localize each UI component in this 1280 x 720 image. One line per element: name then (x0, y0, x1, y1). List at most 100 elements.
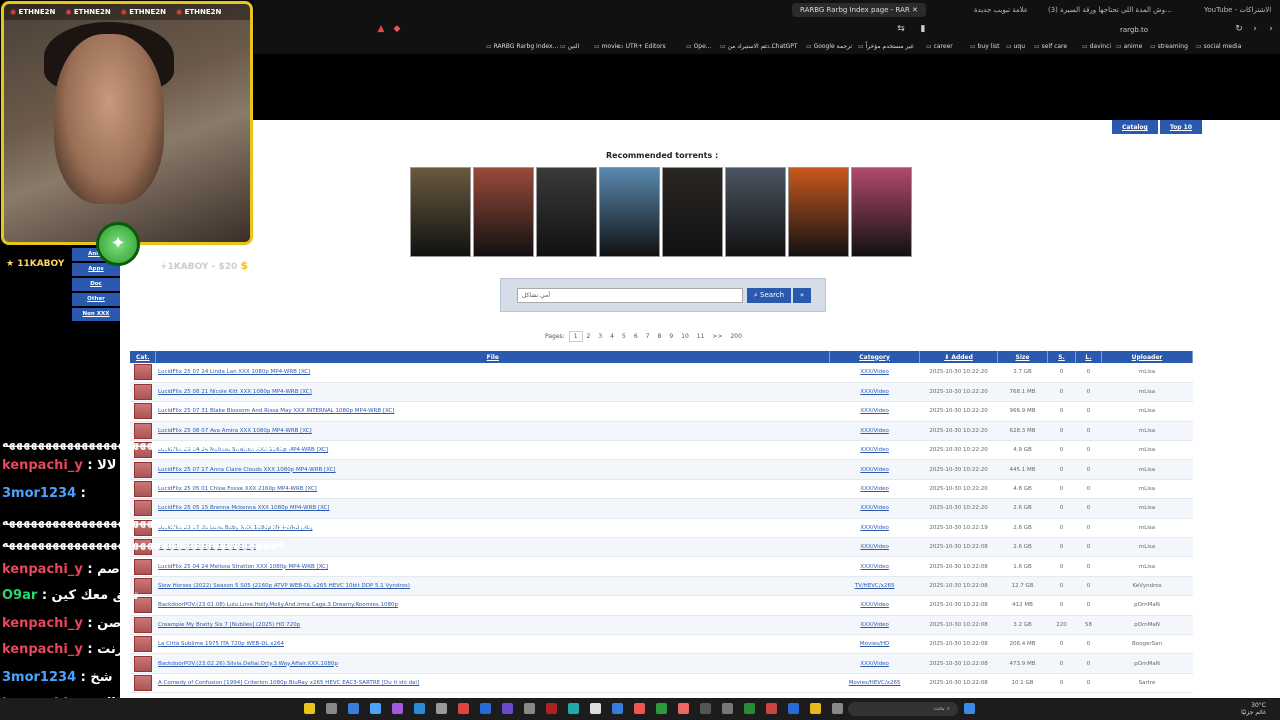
poster-firestarter[interactable] (788, 167, 849, 257)
poster-godfather[interactable] (662, 167, 723, 257)
app-icon[interactable] (436, 703, 447, 714)
file-link[interactable]: LucidFlix 25 07 31 Blake Blossom And Ris… (155, 401, 830, 422)
page-link[interactable]: 3 (594, 332, 606, 341)
reload-icon[interactable]: ↻ (1234, 24, 1244, 34)
app-icon[interactable] (524, 703, 535, 714)
app-icon[interactable] (414, 703, 425, 714)
bookmark-item[interactable]: التين (560, 43, 580, 50)
app-icon[interactable] (832, 703, 843, 714)
poster-eagle[interactable] (410, 167, 471, 257)
page-link[interactable]: 5 (618, 332, 630, 341)
page-link[interactable]: 8 (653, 332, 665, 341)
file-link[interactable]: LucidFlix 25 08 21 Nicole Kitt XXX 1080p… (155, 382, 830, 403)
category-thumbnail-icon[interactable] (133, 364, 152, 381)
page-link[interactable]: 4 (606, 332, 618, 341)
poster-color-world[interactable] (599, 167, 660, 257)
category-link[interactable]: XXX/Video (829, 556, 920, 577)
poster-family[interactable] (473, 167, 534, 257)
close-icon[interactable]: ✕ (912, 6, 918, 14)
bookmark-item[interactable]: anime (1116, 43, 1143, 50)
category-link[interactable]: XXX/Video (829, 421, 920, 442)
search-button[interactable]: ⌕ Search (747, 288, 791, 303)
category-link[interactable]: XXX/Video (829, 479, 920, 500)
category-link[interactable]: XXX/Video (829, 615, 920, 635)
col-file[interactable]: File (155, 351, 831, 363)
excel-icon[interactable] (744, 703, 755, 714)
category-link[interactable]: XXX/Video (829, 498, 920, 519)
menu-doc[interactable]: Doc (72, 278, 120, 291)
bookmark-icon[interactable]: ▮ (918, 24, 928, 34)
brave-shield-icon[interactable]: ▲ (376, 24, 386, 34)
page-link[interactable]: 200 (726, 332, 745, 341)
tab-youtube[interactable]: YouTube - الاشتراكات (1196, 3, 1279, 17)
menu-other[interactable]: Other (72, 293, 120, 306)
forward-icon[interactable]: › (1266, 24, 1276, 34)
page-link[interactable]: 6 (630, 332, 642, 341)
bookmark-item[interactable]: Google ترجمة (806, 43, 852, 50)
col-category[interactable]: Category (829, 351, 921, 363)
col-cat[interactable]: Cat. (130, 351, 157, 363)
category-thumbnail-icon[interactable] (133, 403, 152, 420)
windows-start-icon[interactable] (964, 703, 975, 714)
app-icon[interactable] (458, 703, 469, 714)
app-icon[interactable] (546, 703, 557, 714)
app-icon[interactable] (326, 703, 337, 714)
bookmark-item[interactable]: buy list (970, 43, 1000, 50)
col-seeders[interactable]: S. (1047, 351, 1076, 363)
category-link[interactable]: XXX/Video (829, 653, 920, 674)
search-input[interactable]: أمي نشاكل (517, 288, 743, 303)
app-icon[interactable] (392, 703, 403, 714)
category-link[interactable]: XXX/Video (829, 382, 920, 403)
page-link[interactable]: 9 (665, 332, 677, 341)
category-link[interactable]: Movies/HD (829, 634, 920, 655)
tab-cv[interactable]: (3) وش المدة اللي تحتاجها ورقة السيرة... (1040, 3, 1180, 17)
category-link[interactable]: XXX/Video (829, 518, 920, 539)
top10-link[interactable]: Top 10 (1159, 120, 1202, 134)
bookmark-item[interactable]: uqu (1006, 43, 1025, 50)
category-link[interactable]: XXX/Video (829, 363, 920, 383)
app-icon[interactable] (612, 703, 623, 714)
app-icon[interactable] (788, 703, 799, 714)
tab-new[interactable]: علامة تبويب جديدة (966, 3, 1036, 17)
bookmark-item[interactable]: ChatGPT (764, 43, 798, 50)
poster-pink[interactable] (851, 167, 912, 257)
bookmark-item[interactable]: RARBG Rarbg Index... (486, 43, 559, 50)
bookmark-item[interactable]: movie (594, 43, 620, 50)
taskbar-search[interactable]: بحث ⌕ (848, 702, 958, 716)
advanced-search-button[interactable]: » (793, 288, 811, 303)
bookmark-item[interactable]: career (926, 43, 953, 50)
page-link[interactable]: 1 (568, 331, 583, 342)
chrome-icon[interactable] (656, 703, 667, 714)
app-icon[interactable] (348, 703, 359, 714)
file-link[interactable]: LucidFlix 25 07 24 Linda Lan XXX 1080p M… (155, 363, 830, 383)
category-link[interactable]: TV/HEVC/x265 (829, 576, 920, 597)
category-link[interactable]: XXX/Video (829, 401, 920, 422)
page-link[interactable]: 7 (642, 332, 654, 341)
poster-river-kwai[interactable] (536, 167, 597, 257)
bookmark-item[interactable]: self care (1034, 43, 1068, 50)
category-link[interactable]: XXX/Video (829, 459, 920, 480)
app-icon[interactable] (700, 703, 711, 714)
app-icon[interactable] (370, 703, 381, 714)
category-link[interactable]: XXX/Video (829, 440, 920, 461)
category-link[interactable]: XXX/Video (829, 595, 920, 616)
bookmark-item[interactable]: social media (1196, 43, 1242, 50)
category-link[interactable]: Movies/HEVC/x265 (829, 673, 920, 694)
app-icon[interactable] (678, 703, 689, 714)
bookmark-item[interactable]: streaming (1150, 43, 1188, 50)
page-link[interactable]: 10 (677, 332, 693, 341)
bookmark-item[interactable]: davinci (1082, 43, 1111, 50)
brave-rewards-icon[interactable]: ◆ (392, 24, 402, 34)
brave-icon[interactable] (634, 703, 645, 714)
page-link[interactable]: 2 (583, 332, 595, 341)
app-icon[interactable] (766, 703, 777, 714)
category-link[interactable]: XXX/Video (829, 537, 920, 558)
page-link[interactable]: 11 (693, 332, 709, 341)
weather-widget[interactable]: 30°C غائم جزئيًا (1241, 702, 1266, 716)
share-icon[interactable]: ⇆ (896, 24, 906, 34)
page-link[interactable]: >> (708, 332, 726, 341)
bookmark-item[interactable]: غير مستخدم مؤخراً (858, 43, 914, 50)
app-icon[interactable] (568, 703, 579, 714)
menu-non-xxx[interactable]: Non XXX (72, 308, 120, 321)
back-icon[interactable]: › (1250, 24, 1260, 34)
